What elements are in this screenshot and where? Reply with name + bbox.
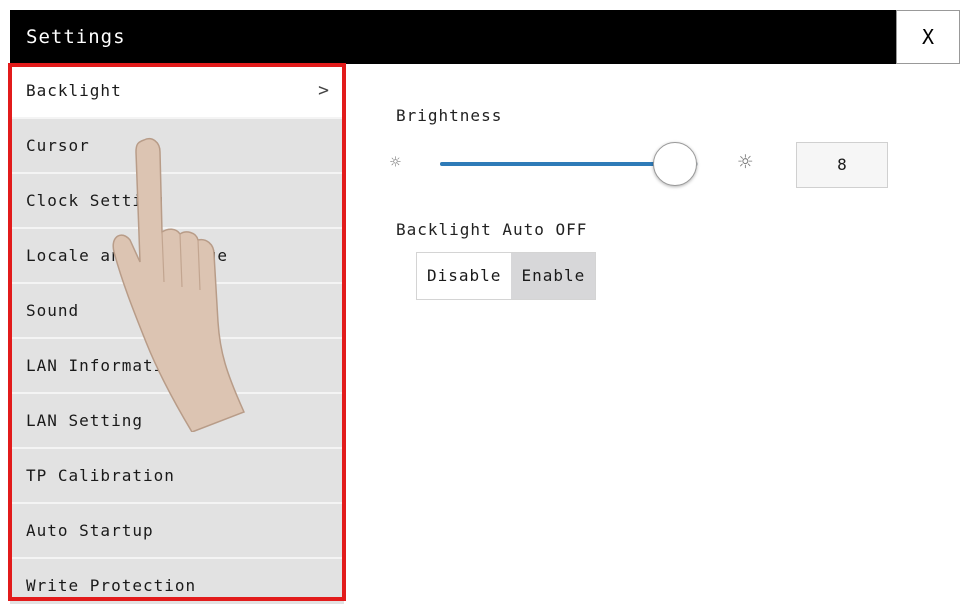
sidebar-item-label: Write Protection (26, 576, 197, 595)
sidebar-item-sound[interactable]: Sound (10, 284, 344, 339)
window-title: Settings (26, 26, 126, 48)
backlight-panel: Brightness ☼ ☼ 8 Backlight Auto OFF Disa… (344, 64, 960, 582)
sun-small-icon: ☼ (390, 152, 401, 173)
sidebar-item-label: Sound (26, 301, 80, 320)
sidebar-item-label: Backlight (26, 81, 122, 100)
sidebar-item-clock-setting[interactable]: Clock Setting (10, 174, 344, 229)
disable-toggle-button[interactable]: Disable (417, 253, 512, 299)
auto-off-toggle-group: Disable Enable (416, 252, 597, 300)
sidebar-item-label: LAN Setting (26, 411, 143, 430)
sidebar-item-label: Auto Startup (26, 521, 154, 540)
brightness-slider[interactable] (440, 142, 698, 186)
title-bar: Settings X (10, 10, 960, 64)
close-button[interactable]: X (896, 10, 960, 64)
sidebar-item-auto-startup[interactable]: Auto Startup (10, 504, 344, 559)
sidebar-item-lan-information[interactable]: LAN Information (10, 339, 344, 394)
sidebar-item-backlight[interactable]: Backlight > (10, 64, 344, 119)
slider-thumb[interactable] (652, 142, 697, 186)
sidebar-item-label: TP Calibration (26, 466, 175, 485)
sidebar-item-label: LAN Information (26, 356, 186, 375)
sun-large-icon: ☼ (738, 148, 753, 176)
sidebar-item-tp-calibration[interactable]: TP Calibration (10, 449, 344, 504)
settings-sidebar: Backlight > Cursor Clock Setting Locale … (10, 64, 344, 604)
close-icon: X (921, 25, 935, 49)
sidebar-item-locale-language[interactable]: Locale and Language (10, 229, 344, 284)
brightness-value[interactable]: 8 (796, 142, 888, 188)
backlight-auto-off-label: Backlight Auto OFF (396, 220, 588, 239)
sidebar-item-cursor[interactable]: Cursor (10, 119, 344, 174)
sidebar-item-label: Clock Setting (26, 191, 165, 210)
brightness-label: Brightness (396, 106, 503, 125)
enable-toggle-button[interactable]: Enable (511, 253, 596, 299)
sidebar-item-lan-setting[interactable]: LAN Setting (10, 394, 344, 449)
chevron-right-icon: > (318, 80, 330, 101)
sidebar-item-label: Cursor (26, 136, 90, 155)
sidebar-item-label: Locale and Language (26, 246, 229, 265)
slider-fill (440, 162, 675, 166)
